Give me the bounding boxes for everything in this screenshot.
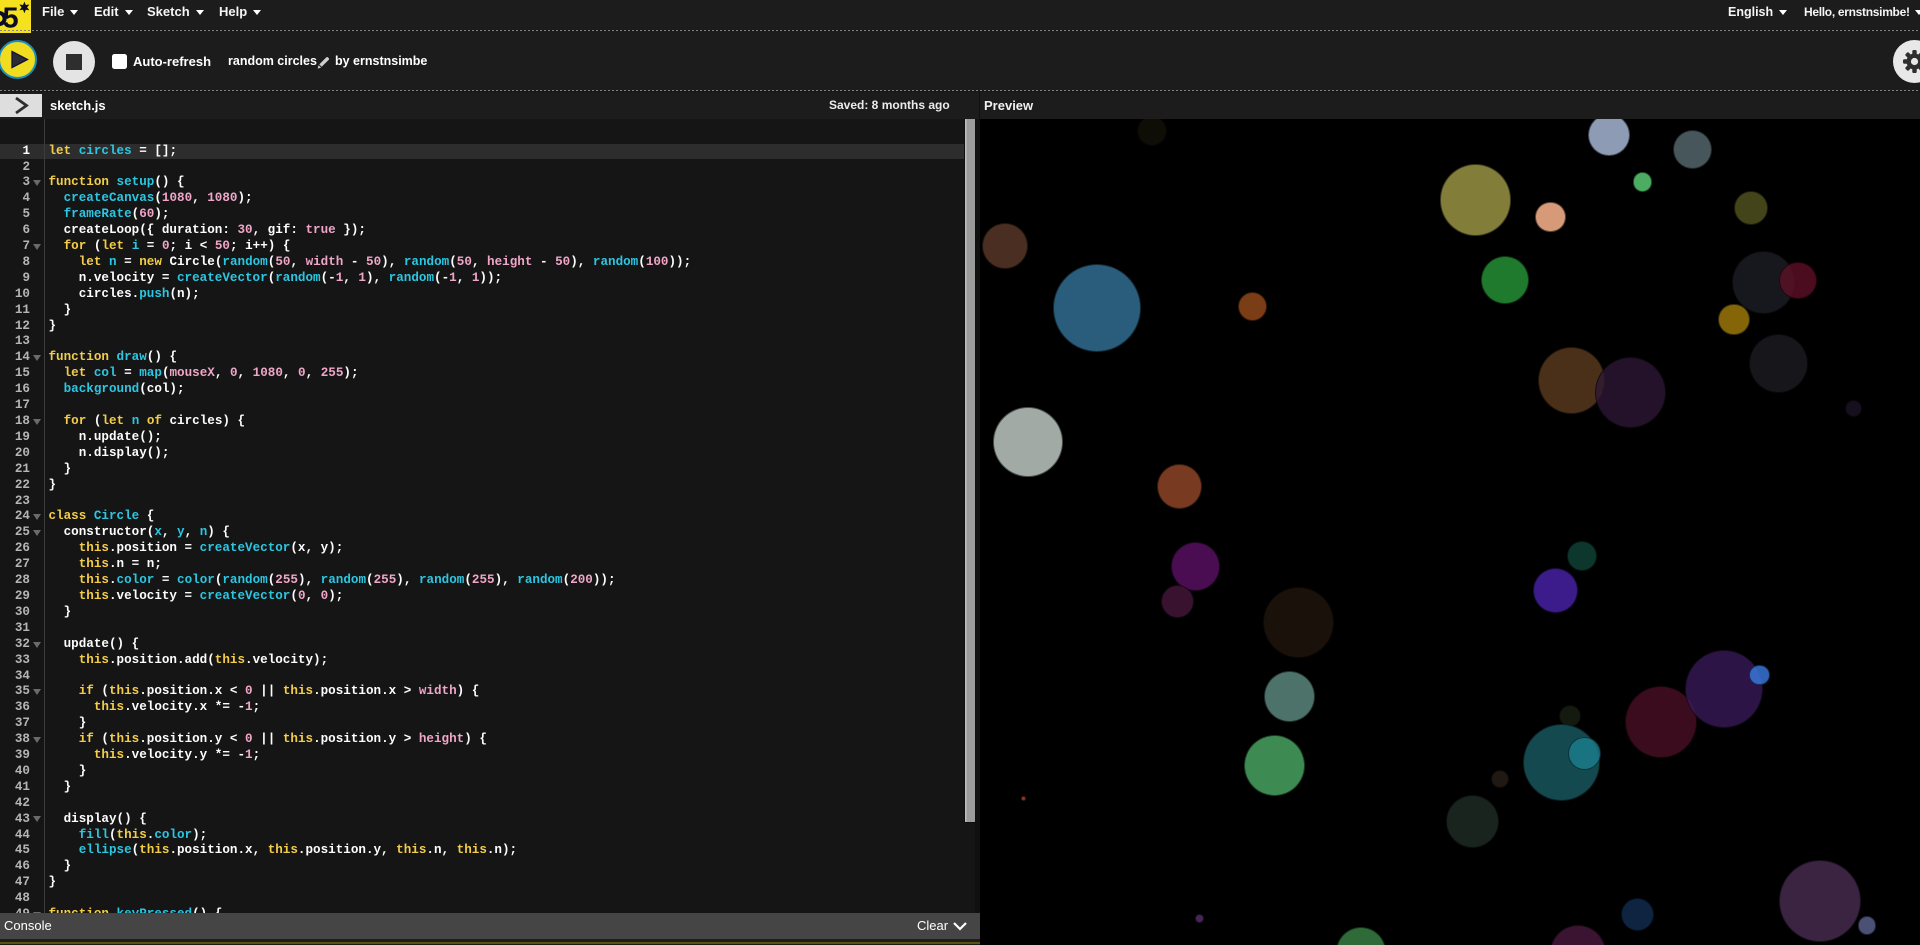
svg-text:5: 5 (3, 3, 19, 34)
